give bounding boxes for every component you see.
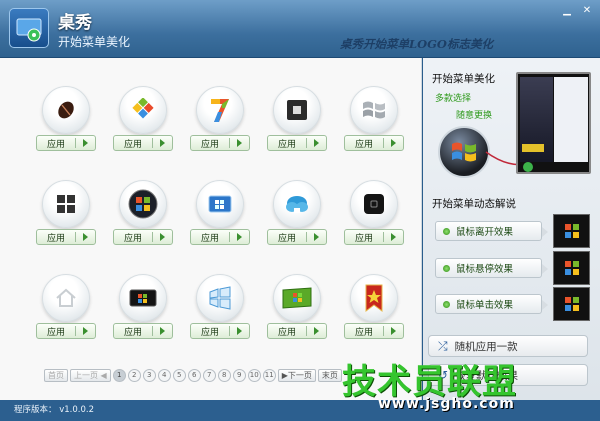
effect-hover-thumb xyxy=(553,251,590,285)
logo-item: 应用 xyxy=(113,274,173,352)
app-title: 桌秀 xyxy=(58,13,92,33)
logo-item: 应用 xyxy=(267,86,327,164)
apply-button[interactable]: 应用 xyxy=(267,323,327,339)
logo-item: 应用 xyxy=(36,180,96,258)
page-number[interactable]: 7 xyxy=(202,368,216,382)
windows-flag-grey-icon xyxy=(350,86,398,134)
logo-item: 应用 xyxy=(190,180,250,258)
red-star-banner-icon xyxy=(350,274,398,322)
apply-button[interactable]: 应用 xyxy=(267,229,327,245)
windows-orb-icon xyxy=(119,180,167,228)
page-number[interactable]: 11 xyxy=(262,368,276,382)
green-dot-icon xyxy=(443,227,450,235)
effect-click-thumb xyxy=(553,287,590,321)
logo-item: 应用 xyxy=(36,274,96,352)
close-button[interactable]: ✕ xyxy=(578,4,596,18)
apply-button[interactable]: 应用 xyxy=(267,135,327,151)
windows7-number-icon xyxy=(196,86,244,134)
version-number: v1.0.0.2 xyxy=(59,405,94,415)
first-page-button[interactable]: 首页 xyxy=(44,368,68,382)
coffee-bean-icon xyxy=(42,86,90,134)
apply-button[interactable]: 应用 xyxy=(344,323,404,339)
apply-button[interactable]: 应用 xyxy=(36,229,96,245)
logo-item: 应用 xyxy=(267,274,327,352)
page-number[interactable]: 9 xyxy=(232,368,246,382)
logo-item: 应用 xyxy=(344,274,404,352)
logo-item: 应用 xyxy=(190,86,250,164)
minimize-button[interactable]: ▁ xyxy=(558,4,576,18)
page-number[interactable]: 10 xyxy=(247,368,261,382)
next-page-button[interactable]: ▶下一页 xyxy=(277,368,316,382)
page-number[interactable]: 5 xyxy=(172,368,186,382)
logo-item: 应用 xyxy=(344,86,404,164)
apply-button[interactable]: 应用 xyxy=(113,323,173,339)
page-number[interactable]: 1 xyxy=(112,368,126,382)
four-squares-icon xyxy=(42,180,90,228)
effect-leave-thumb xyxy=(553,214,590,248)
logo-item: 应用 xyxy=(113,86,173,164)
mouse-hover-effect-button[interactable]: 鼠标悬停效果 xyxy=(435,258,548,278)
watermark-url: www.jsgho.com xyxy=(378,396,515,412)
windows-tiles-icon xyxy=(119,86,167,134)
windows-green-banner-icon xyxy=(273,274,321,322)
apply-button[interactable]: 应用 xyxy=(344,135,404,151)
preview-side-panel: 开始菜单美化 多款选择 随意更换 开始菜单动态解说 鼠标离开效果 鼠标悬停效果 … xyxy=(423,58,600,400)
logo-item: 应用 xyxy=(267,180,327,258)
tag-multiple-choice: 多款选择 xyxy=(435,94,472,104)
header-slogan: 桌秀开始菜单LOGO标志美化 xyxy=(340,37,493,51)
start-menu-preview-image xyxy=(516,72,591,174)
green-dot-icon xyxy=(443,300,450,308)
section-title-beautify: 开始菜单美化 xyxy=(432,73,495,85)
prev-page-button[interactable]: 上一页 ◀ xyxy=(70,368,111,382)
dark-square-button-icon xyxy=(350,180,398,228)
last-page-button[interactable]: 末页 xyxy=(317,368,342,382)
logo-item: 应用 xyxy=(190,274,250,352)
green-dot-icon xyxy=(443,264,450,272)
apply-button[interactable]: 应用 xyxy=(36,135,96,151)
mouse-leave-effect-button[interactable]: 鼠标离开效果 xyxy=(435,221,548,241)
house-icon xyxy=(42,274,90,322)
page-number[interactable]: 3 xyxy=(142,368,156,382)
apply-button[interactable]: 应用 xyxy=(113,229,173,245)
square-stop-icon xyxy=(273,86,321,134)
page-number[interactable]: 2 xyxy=(127,368,141,382)
windows-outline-icon xyxy=(196,274,244,322)
shuffle-icon: ⤮ xyxy=(438,338,448,353)
tag-free-switch: 随意更换 xyxy=(456,111,493,121)
app-logo-icon xyxy=(9,8,49,48)
apply-button[interactable]: 应用 xyxy=(190,323,250,339)
page-number[interactable]: 6 xyxy=(187,368,201,382)
logo-item: 应用 xyxy=(344,180,404,258)
page-number[interactable]: 8 xyxy=(217,368,231,382)
pagination: 首页 上一页 ◀ 1 2 3 4 5 6 7 8 9 10 11 ▶下一页 末页 xyxy=(44,368,342,382)
apply-button[interactable]: 应用 xyxy=(190,135,250,151)
app-subtitle: 开始菜单美化 xyxy=(58,35,131,49)
mouse-click-effect-button[interactable]: 鼠标单击效果 xyxy=(435,294,548,314)
title-bar: 桌秀 开始菜单美化 桌秀开始菜单LOGO标志美化 ▁ ✕ xyxy=(0,0,600,58)
windows-black-card-icon xyxy=(119,274,167,322)
logo-item: 应用 xyxy=(113,180,173,258)
version-label: 程序版本： xyxy=(14,405,57,415)
apply-button[interactable]: 应用 xyxy=(113,135,173,151)
apply-button[interactable]: 应用 xyxy=(190,229,250,245)
page-number[interactable]: 4 xyxy=(157,368,171,382)
section-title-animation: 开始菜单动态解说 xyxy=(432,198,516,210)
blue-window-card-icon xyxy=(196,180,244,228)
apply-button[interactable]: 应用 xyxy=(36,323,96,339)
logo-item: 应用 xyxy=(36,86,96,164)
cloud-icon xyxy=(273,180,321,228)
apply-button[interactable]: 应用 xyxy=(344,229,404,245)
